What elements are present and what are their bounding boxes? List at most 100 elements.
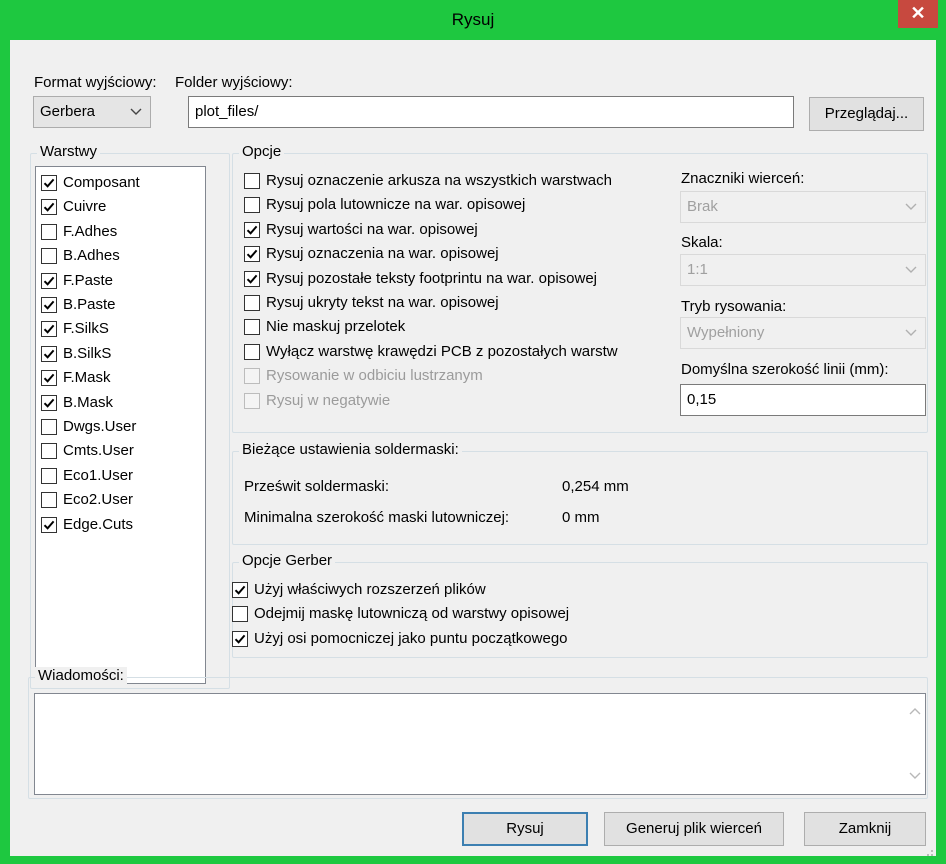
gerber-option-label: Odejmij maskę lutowniczą od warstwy opis…: [254, 605, 570, 623]
layer-item-label: F.Paste: [63, 271, 114, 289]
gerber-option-checkbox[interactable]: [232, 606, 248, 623]
layer-item-label: Eco2.User: [63, 491, 134, 509]
chevron-down-icon: [905, 255, 919, 285]
gerber-option-label: Użyj osi pomocniczej jako puntu początko…: [254, 629, 568, 647]
plot-mode-label: Tryb rysowania:: [681, 298, 787, 315]
messages-textarea[interactable]: [34, 693, 926, 795]
option-checkbox[interactable]: [244, 319, 260, 336]
line-width-label: Domyślna szerokość linii (mm):: [681, 361, 889, 378]
gerber-option-label: Użyj właściwych rozszerzeń plików: [254, 581, 486, 598]
layer-item-checkbox[interactable]: [41, 370, 57, 387]
layer-item-label: B.SilkS: [63, 344, 112, 362]
gerber-option-checkbox[interactable]: [232, 630, 248, 647]
layer-item-label: F.Adhes: [63, 222, 118, 240]
window-title: Rysuj: [451, 10, 495, 29]
layer-item-label: Cmts.User: [63, 442, 134, 460]
title-bar[interactable]: Rysuj: [0, 0, 946, 40]
option-label: Rysuj oznaczenie arkusza na wszystkich w…: [266, 172, 612, 189]
layer-item-checkbox[interactable]: [41, 223, 57, 240]
output-format-select[interactable]: Gerbera: [33, 96, 151, 128]
option-checkbox[interactable]: [244, 343, 260, 360]
layer-item-label: Composant: [63, 174, 140, 191]
option-checkbox[interactable]: [244, 295, 260, 311]
close-button[interactable]: Zamknij: [804, 812, 926, 846]
soldermask-min-width-value: 0 mm: [562, 509, 600, 526]
scale-select[interactable]: 1:1: [680, 254, 926, 286]
soldermask-group: [232, 451, 928, 545]
soldermask-clearance-value: 0,254 mm: [562, 478, 629, 495]
layer-item-checkbox[interactable]: [41, 443, 57, 460]
messages-group-title: Wiadomości:: [35, 667, 127, 684]
layer-item-checkbox[interactable]: [41, 175, 57, 191]
chevron-down-icon: [130, 97, 144, 127]
option-label: Rysowanie w odbiciu lustrzanym: [266, 367, 483, 385]
plot-mode-select[interactable]: Wypełniony: [680, 317, 926, 349]
layer-item-checkbox[interactable]: [41, 419, 57, 435]
layer-item-checkbox[interactable]: [41, 199, 57, 216]
layer-item-label: F.SilkS: [63, 320, 109, 338]
scale-label: Skala:: [681, 234, 723, 251]
chevron-down-icon: [905, 192, 919, 222]
option-label: Nie maskuj przelotek: [266, 318, 406, 336]
option-checkbox[interactable]: [244, 173, 260, 189]
layer-item-checkbox[interactable]: [41, 516, 57, 533]
close-window-button[interactable]: ✕: [898, 0, 938, 28]
option-label: Rysuj oznaczenia na war. opisowej: [266, 245, 499, 263]
layer-item-checkbox[interactable]: [41, 394, 57, 411]
scroll-up-icon[interactable]: [909, 702, 921, 719]
line-width-value: 0,15: [687, 391, 717, 408]
layers-list[interactable]: Composant Cuivre F.Adhes B.Adhes F.Paste B.Pa…: [35, 166, 206, 684]
options-group-title: Opcje: [239, 143, 285, 160]
layer-item-checkbox[interactable]: [41, 345, 57, 362]
gerber-options-group-title: Opcje Gerber: [239, 552, 336, 569]
scale-value: 1:1: [687, 261, 708, 278]
resize-grip-icon[interactable]: [924, 844, 934, 856]
layer-item-checkbox[interactable]: [41, 467, 57, 484]
drill-marks-value: Brak: [687, 198, 718, 215]
output-folder-value: plot_files/: [195, 103, 259, 120]
soldermask-clearance-label: Prześwit soldermaski:: [244, 478, 390, 495]
option-label: Rysuj w negatywie: [266, 391, 391, 409]
option-label: Rysuj pozostałe teksty footprintu na war…: [266, 269, 598, 287]
layer-item-label: Eco1.User: [63, 466, 134, 484]
layer-item-checkbox[interactable]: [41, 492, 57, 509]
plot-dialog-window: Rysuj ✕ Format wyjściowy: Gerbera Folder…: [0, 0, 946, 864]
chevron-down-icon: [905, 318, 919, 348]
layers-group-title: Warstwy: [37, 143, 100, 160]
gerber-option-checkbox[interactable]: [232, 582, 248, 598]
dialog-client-area: Format wyjściowy: Gerbera Folder wyjścio…: [10, 40, 936, 856]
layer-item-checkbox[interactable]: [41, 321, 57, 338]
output-format-label: Format wyjściowy:: [34, 74, 157, 91]
output-folder-label: Folder wyjściowy:: [175, 74, 293, 91]
soldermask-min-width-label: Minimalna szerokość maski lutowniczej:: [244, 509, 510, 526]
option-label: Rysuj ukryty tekst na war. opisowej: [266, 294, 499, 311]
option-checkbox: [244, 368, 260, 385]
option-checkbox: [244, 392, 260, 409]
drill-marks-label: Znaczniki wierceń:: [681, 170, 805, 187]
option-label: Rysuj wartości na war. opisowej: [266, 220, 478, 238]
line-width-input[interactable]: 0,15: [680, 384, 926, 416]
browse-button[interactable]: Przeglądaj...: [809, 97, 924, 131]
plot-button[interactable]: Rysuj: [462, 812, 588, 846]
option-checkbox[interactable]: [244, 270, 260, 287]
layer-item-checkbox[interactable]: [41, 297, 57, 313]
drill-marks-select[interactable]: Brak: [680, 191, 926, 223]
layer-item-checkbox[interactable]: [41, 272, 57, 289]
layer-item-label: Cuivre: [63, 198, 107, 216]
layer-item-label: F.Mask: [63, 369, 111, 387]
option-label: Wyłącz warstwę krawędzi PCB z pozostałyc…: [266, 342, 618, 360]
layer-item-label: B.Adhes: [63, 247, 120, 265]
option-checkbox[interactable]: [244, 246, 260, 263]
layer-item-label: Dwgs.User: [63, 418, 137, 435]
soldermask-group-title: Bieżące ustawienia soldermaski:: [239, 441, 462, 458]
option-checkbox[interactable]: [244, 197, 260, 214]
layer-item-label: B.Mask: [63, 393, 114, 411]
output-format-value: Gerbera: [40, 103, 96, 120]
layer-item-label: B.Paste: [63, 296, 116, 313]
output-folder-input[interactable]: plot_files/: [188, 96, 794, 128]
scroll-down-icon[interactable]: [909, 767, 921, 784]
generate-drill-file-button[interactable]: Generuj plik wierceń: [604, 812, 784, 846]
option-checkbox[interactable]: [244, 221, 260, 238]
layer-item-checkbox[interactable]: [41, 248, 57, 265]
option-label: Rysuj pola lutownicze na war. opisowej: [266, 196, 526, 214]
